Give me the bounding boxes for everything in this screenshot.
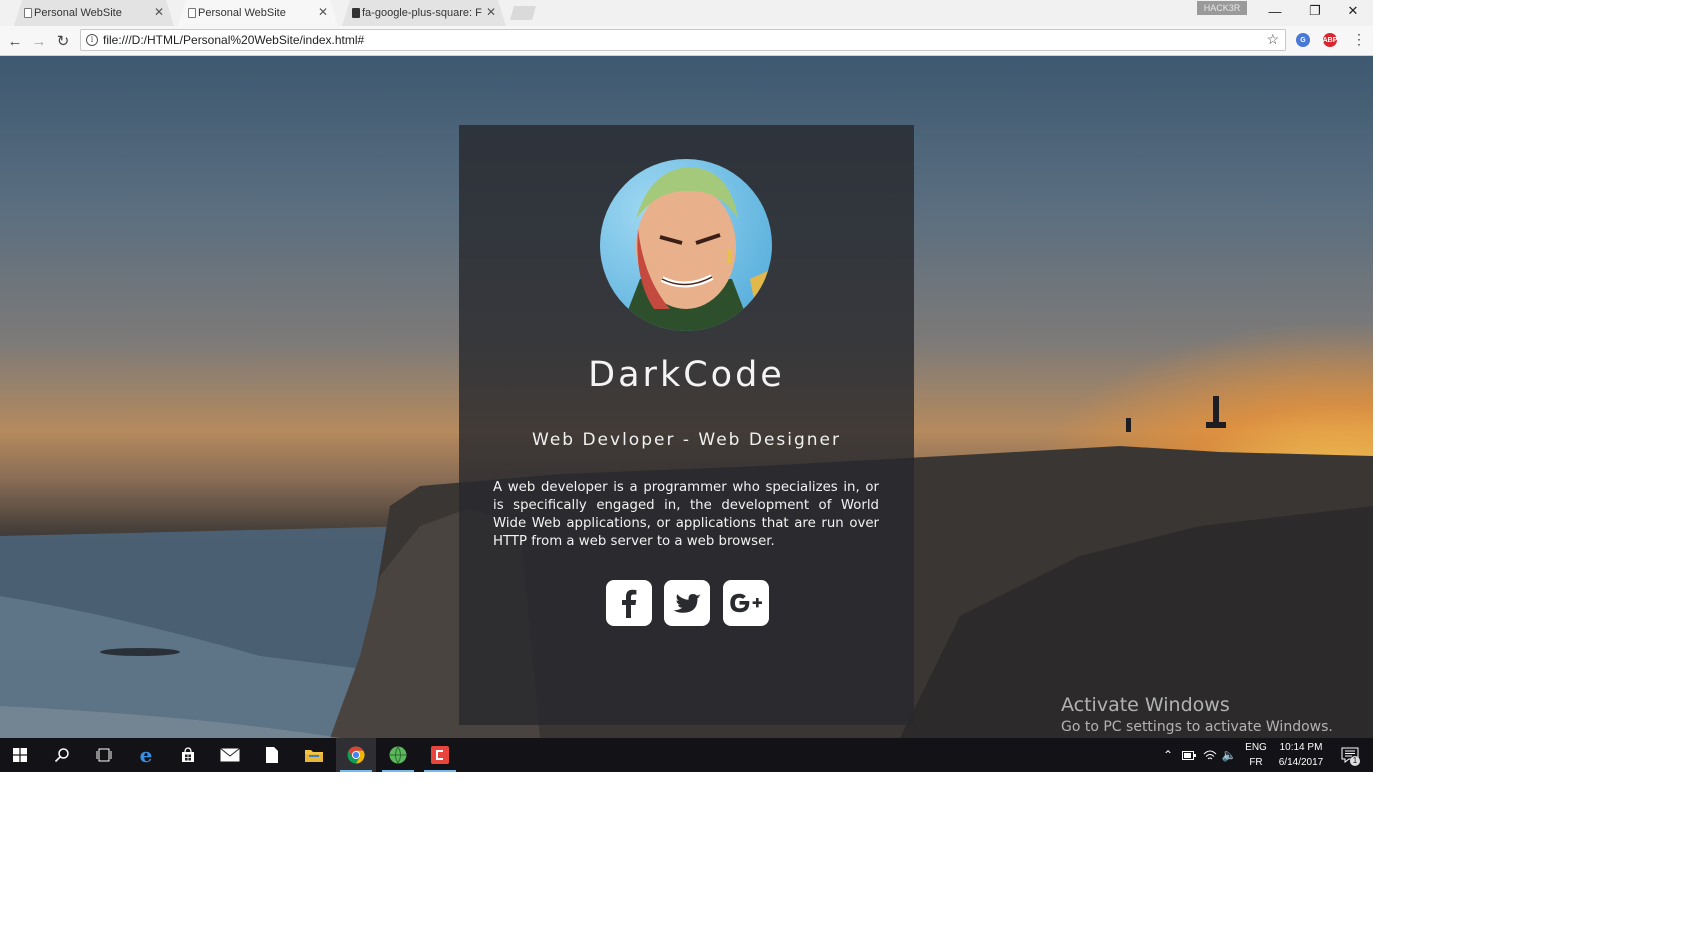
page-viewport: DarkCode Web Devloper - Web Designer A w… — [0, 56, 1373, 738]
avatar-portrait — [620, 167, 772, 331]
globe-app-icon[interactable] — [378, 738, 418, 772]
file-explorer-icon[interactable] — [294, 738, 334, 772]
keyboard-layout: FR — [1249, 757, 1263, 768]
browser-toolbar: ← → ↻ i file:///D:/HTML/Personal%20WebSi… — [0, 26, 1373, 56]
search-icon[interactable] — [42, 738, 82, 772]
recorder-app-icon[interactable] — [420, 738, 460, 772]
facebook-link[interactable] — [606, 580, 652, 626]
bio-text: A web developer is a programmer who spec… — [493, 480, 879, 549]
twitter-link[interactable] — [664, 580, 710, 626]
address-bar[interactable]: i file:///D:/HTML/Personal%20WebSite/ind… — [80, 29, 1286, 51]
star-icon[interactable]: ☆ — [1266, 31, 1279, 48]
google-plus-link[interactable] — [723, 580, 769, 626]
reload-icon[interactable]: ↻ — [53, 31, 73, 51]
close-icon[interactable]: ✕ — [486, 5, 496, 19]
flag-icon — [352, 8, 360, 18]
chrome-icon[interactable] — [336, 738, 376, 772]
arrow-left-icon[interactable]: ← — [5, 31, 25, 51]
tab-title: Personal WebSite — [34, 7, 122, 19]
language-code: ENG — [1245, 742, 1267, 753]
close-icon[interactable]: ✕ — [154, 5, 164, 19]
info-icon[interactable]: i — [86, 34, 98, 46]
desktop-screen: Personal WebSite ✕ Personal WebSite ✕ fa… — [0, 0, 1373, 772]
arrow-right-icon[interactable]: → — [29, 31, 49, 51]
profile-card: DarkCode Web Devloper - Web Designer A w… — [459, 125, 914, 725]
battery-icon[interactable] — [1178, 738, 1200, 772]
edge-browser-icon[interactable]: e — [126, 738, 166, 772]
notification-count: 1 — [1350, 756, 1360, 766]
notifications-icon[interactable]: 1 — [1335, 738, 1365, 772]
tab-title: fa-google-plus-square: F — [362, 7, 482, 19]
mail-icon[interactable] — [210, 738, 250, 772]
page-icon — [24, 8, 32, 18]
windows-logo-icon — [13, 748, 27, 762]
windows-taskbar: e ⌃ 🔈 ENG FR 10:14 PM 6/14/2017 1 — [0, 738, 1373, 772]
twitter-icon — [673, 594, 701, 613]
minimize-icon[interactable]: — — [1255, 0, 1295, 22]
clock-time: 10:14 PM — [1279, 742, 1323, 753]
activation-watermark-title: Activate Windows — [1061, 694, 1230, 716]
store-icon[interactable] — [168, 738, 208, 772]
page-icon — [188, 8, 196, 18]
start-button[interactable] — [0, 738, 40, 772]
browser-tab-2[interactable]: Personal WebSite ✕ — [178, 0, 338, 26]
clock[interactable]: 10:14 PM 6/14/2017 — [1271, 740, 1331, 770]
close-icon[interactable]: ✕ — [318, 5, 328, 19]
input-language[interactable]: ENG FR — [1241, 740, 1271, 770]
google-plus-icon — [730, 593, 762, 613]
tagline: Web Devloper - Web Designer — [532, 430, 841, 450]
wifi-icon[interactable] — [1200, 738, 1220, 772]
browser-tabstrip: Personal WebSite ✕ Personal WebSite ✕ fa… — [0, 0, 1373, 26]
browser-tab-1[interactable]: Personal WebSite ✕ — [14, 0, 174, 26]
extension-icon[interactable]: G — [1296, 33, 1310, 47]
task-view-icon[interactable] — [84, 738, 124, 772]
more-vert-icon[interactable]: ⋮ — [1352, 31, 1366, 48]
volume-icon[interactable]: 🔈 — [1219, 738, 1239, 772]
document-icon[interactable] — [252, 738, 292, 772]
activation-watermark-subtitle: Go to PC settings to activate Windows. — [1061, 719, 1333, 735]
chevron-up-icon[interactable]: ⌃ — [1158, 738, 1178, 772]
tab-title: Personal WebSite — [198, 7, 286, 19]
adblock-icon[interactable]: ABP — [1323, 33, 1337, 47]
avatar — [600, 159, 772, 331]
facebook-icon — [622, 589, 637, 618]
restore-icon[interactable]: ❐ — [1295, 0, 1335, 22]
profile-badge[interactable]: HACK3R — [1197, 1, 1247, 15]
brand-name: DarkCode — [588, 355, 785, 395]
address-url[interactable]: file:///D:/HTML/Personal%20WebSite/index… — [103, 33, 364, 47]
clock-date: 6/14/2017 — [1278, 757, 1324, 768]
new-tab-button[interactable] — [510, 6, 536, 20]
close-window-icon[interactable]: ✕ — [1333, 0, 1373, 22]
browser-tab-3[interactable]: fa-google-plus-square: F ✕ — [342, 0, 506, 26]
